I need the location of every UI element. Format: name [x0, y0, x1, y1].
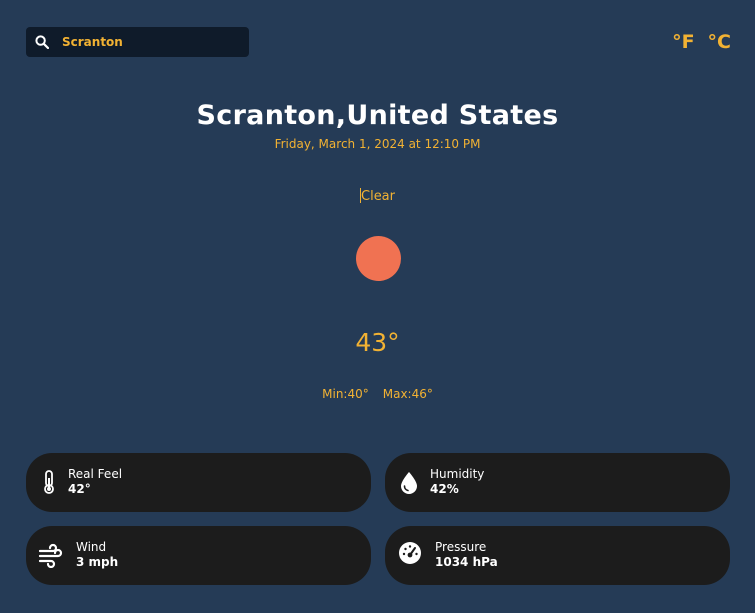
fahrenheit-button[interactable]: °F	[672, 31, 694, 53]
celsius-button[interactable]: °C	[708, 31, 731, 53]
wind-icon	[38, 543, 63, 568]
date-time: Friday, March 1, 2024 at 12:10 PM	[274, 137, 481, 151]
unit-toggle: °F °C	[672, 31, 731, 53]
gauge-icon	[399, 542, 421, 564]
wind-label: Wind	[76, 540, 107, 554]
real-feel-label: Real Feel	[68, 467, 123, 481]
wind-card: Wind 3 mph	[26, 526, 371, 585]
pressure-value: 1034 hPa	[435, 555, 498, 569]
humidity-card: Humidity 42%	[385, 453, 730, 512]
location-title: Scranton,United States	[196, 100, 559, 131]
weather-condition: Clear	[0, 188, 755, 204]
pressure-card: Pressure 1034 hPa	[385, 526, 730, 585]
current-temperature: 43°	[355, 328, 400, 357]
thermometer-icon	[44, 470, 54, 494]
real-feel-card: Real Feel 42°	[26, 453, 371, 512]
water-drop-icon	[401, 472, 417, 494]
min-temperature: Min:40°	[322, 387, 369, 401]
sun-icon	[356, 236, 401, 281]
search-icon[interactable]	[35, 35, 49, 49]
pressure-label: Pressure	[435, 540, 487, 554]
humidity-label: Humidity	[430, 467, 485, 481]
condition-label: Clear	[361, 189, 395, 204]
max-temperature: Max:46°	[382, 387, 433, 401]
search-bar[interactable]	[26, 27, 249, 57]
wind-value: 3 mph	[76, 555, 119, 569]
min-max-temps: Min:40° Max:46°	[0, 387, 755, 401]
real-feel-value: 42°	[68, 482, 91, 496]
humidity-value: 42%	[430, 482, 459, 496]
search-input[interactable]	[62, 27, 242, 57]
